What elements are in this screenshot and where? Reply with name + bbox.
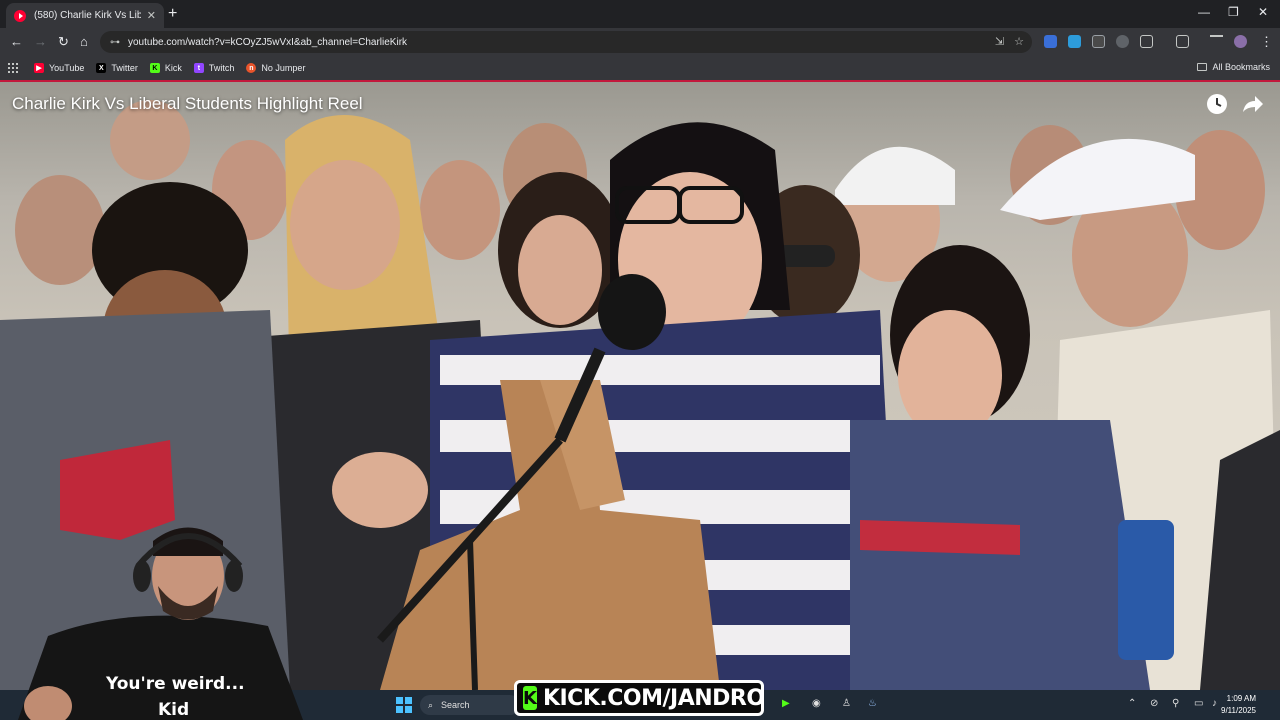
extension-icon-1[interactable]	[1044, 35, 1057, 48]
bookmark-label: Kick	[164, 63, 182, 73]
microphone-icon[interactable]: ⚲	[1172, 698, 1179, 709]
kick-channel-banner: K KICK.COM/JANDRO	[514, 680, 765, 716]
side-panel-icon[interactable]	[1176, 35, 1189, 48]
apps-grid-icon[interactable]	[8, 63, 18, 73]
bookmarks-bar: ▶ YouTube X Twitter K Kick t Twitch n No…	[0, 56, 1280, 80]
clock-date: 9/11/2025	[1221, 706, 1256, 715]
extension-icon-2[interactable]	[1068, 35, 1081, 48]
video-title: Charlie Kirk Vs Liberal Students Highlig…	[12, 94, 363, 113]
system-clock[interactable]: 1:09 AM 9/11/2025	[1221, 693, 1256, 717]
back-button[interactable]: ←	[10, 34, 23, 49]
windows-start-icon[interactable]	[396, 697, 412, 713]
extension-icon-4[interactable]	[1116, 35, 1129, 48]
kick-icon: K	[149, 63, 160, 73]
bookmark-twitch[interactable]: t Twitch	[193, 63, 235, 73]
bookmark-label: Twitch	[208, 63, 235, 73]
youtube-icon	[14, 9, 26, 22]
bookmark-star-icon[interactable]: ☆	[1014, 35, 1024, 48]
all-bookmarks-button[interactable]: All Bookmarks	[1197, 62, 1270, 72]
install-icon[interactable]: ⇲	[995, 35, 1004, 48]
restore-button[interactable]: ❐	[1228, 5, 1239, 19]
reload-button[interactable]: ↻	[58, 34, 69, 50]
bookmark-kick[interactable]: K Kick	[149, 63, 182, 73]
extensions-puzzle-icon[interactable]	[1140, 35, 1153, 48]
omnibox-actions: ⇲ ☆	[995, 35, 1024, 48]
url-text: youtube.com/watch?v=kCOyZJ5wVxI&ab_chann…	[128, 36, 408, 48]
new-tab-button[interactable]: +	[168, 5, 177, 23]
reading-list-icon[interactable]	[1210, 35, 1223, 48]
site-info-icon[interactable]: ⊶	[110, 37, 120, 48]
toolbar: ← → ↻ ⌂ ⊶ youtube.com/watch?v=kCOyZJ5wVx…	[0, 28, 1280, 56]
shirt-text-line2: Kid	[158, 700, 190, 720]
share-icon[interactable]	[1241, 92, 1265, 116]
display-icon[interactable]: ▭	[1194, 698, 1203, 709]
home-button[interactable]: ⌂	[80, 34, 88, 49]
minimize-button[interactable]: —	[1198, 5, 1210, 19]
close-icon[interactable]: ✕	[147, 9, 156, 22]
chevron-up-icon[interactable]: ⌃	[1128, 698, 1136, 709]
folder-icon	[1197, 63, 1208, 71]
kick-logo-icon: K	[523, 686, 537, 710]
address-bar[interactable]: ⊶ youtube.com/watch?v=kCOyZJ5wVxI&ab_cha…	[100, 31, 1032, 53]
profile-avatar[interactable]	[1234, 35, 1247, 48]
screen: (580) Charlie Kirk Vs Liberal Students H…	[0, 0, 1280, 720]
all-bookmarks-label: All Bookmarks	[1212, 62, 1270, 72]
youtube-icon: ▶	[34, 63, 44, 73]
menu-kebab-icon[interactable]: ⋮	[1260, 34, 1273, 50]
steam-icon[interactable]: ♨	[868, 698, 877, 709]
close-window-button[interactable]: ✕	[1258, 5, 1268, 19]
taskbar-search[interactable]: ⌕ Search	[420, 695, 520, 715]
search-icon: ⌕	[428, 699, 434, 710]
tab-strip: (580) Charlie Kirk Vs Liberal Students H…	[0, 0, 1280, 28]
play-app-icon[interactable]: ▶	[782, 698, 790, 709]
bookmark-label: YouTube	[49, 63, 85, 73]
shirt-text-line1: You're weird...	[106, 674, 245, 694]
bookmark-label: No Jumper	[261, 63, 306, 73]
watch-later-icon[interactable]	[1205, 92, 1229, 116]
bookmark-youtube[interactable]: ▶ YouTube	[34, 63, 84, 73]
tab-youtube[interactable]: (580) Charlie Kirk Vs Liberal Students H…	[6, 3, 164, 28]
volume-icon[interactable]: ♪	[1212, 698, 1217, 709]
bookmark-label: Twitter	[111, 63, 138, 73]
app-icon[interactable]: ♙	[842, 698, 851, 709]
tab-title: (580) Charlie Kirk Vs Liberal Students H…	[34, 10, 141, 21]
forward-button[interactable]: →	[34, 34, 47, 49]
extension-icon-3[interactable]	[1092, 35, 1105, 48]
kick-channel-url: KICK.COM/JANDRO	[542, 685, 765, 711]
video-top-border	[0, 80, 1280, 82]
clock-time: 1:09 AM	[1226, 694, 1256, 703]
nojumper-icon: n	[246, 63, 257, 73]
twitch-icon: t	[193, 63, 204, 73]
bookmark-nojumper[interactable]: n No Jumper	[246, 63, 305, 73]
x-icon: X	[96, 63, 107, 73]
bookmark-twitter[interactable]: X Twitter	[96, 63, 138, 73]
search-placeholder: Search	[441, 700, 470, 710]
network-off-icon[interactable]: ⊘	[1150, 698, 1158, 709]
streamer-webcam: You're weird... Kid	[18, 516, 308, 720]
obs-icon[interactable]: ◉	[812, 698, 821, 709]
